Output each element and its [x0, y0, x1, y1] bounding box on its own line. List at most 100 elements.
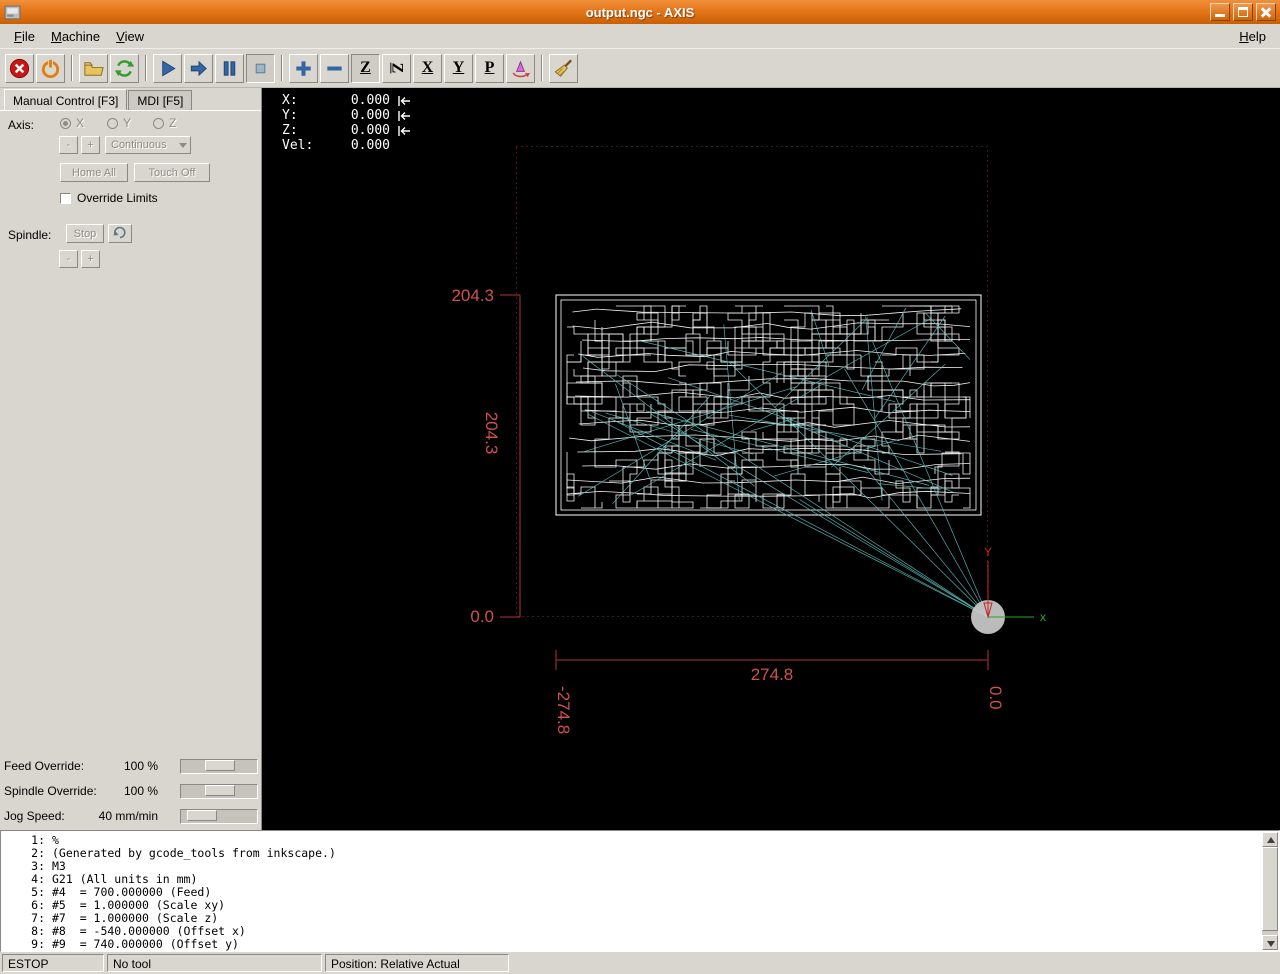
status-position-mode: Position: Relative Actual	[325, 954, 509, 972]
open-file-button[interactable]	[79, 53, 108, 83]
estop-button[interactable]	[5, 53, 34, 83]
stop-button[interactable]	[246, 53, 275, 83]
homed-arrow-icon	[398, 125, 410, 136]
maximize-icon[interactable]	[1233, 3, 1253, 21]
spindle-label: Spindle:	[8, 228, 52, 242]
feed-override-slider[interactable]	[180, 759, 258, 774]
dro-value: 0.000	[350, 138, 390, 153]
dim-y-max: 204.3	[451, 286, 494, 305]
clear-plot-icon	[554, 59, 572, 77]
dro-label: Y:	[282, 108, 298, 123]
zoom-in-icon	[296, 60, 311, 76]
manual-control-panel: Manual Control [F3] MDI [F5] Axis: X Y Z…	[0, 88, 262, 830]
toolbar-separator	[145, 55, 147, 81]
title-bar[interactable]: output.ngc - AXIS	[0, 0, 1280, 24]
spindle-minus-button[interactable]: -	[59, 250, 78, 268]
jog-minus-button[interactable]: -	[59, 136, 78, 154]
step-button[interactable]	[184, 53, 213, 83]
jog-mode-select[interactable]: Continuous	[105, 136, 191, 154]
clear-plot-button[interactable]	[549, 53, 578, 83]
tab-manual-control[interactable]: Manual Control [F3]	[4, 89, 128, 110]
dro-row-x: X: 0.000	[282, 93, 428, 108]
axis-radio-y-label: Y	[123, 116, 132, 130]
dro-value: 0.000	[350, 108, 390, 123]
tab-mdi[interactable]: MDI [F5]	[128, 90, 193, 110]
spindle-override-slider[interactable]	[180, 784, 258, 799]
pause-button[interactable]	[215, 53, 244, 83]
window-icon	[4, 5, 21, 19]
step-icon	[190, 60, 207, 76]
spindle-forward-icon	[113, 226, 126, 238]
view-perspective-button[interactable]: P	[475, 53, 504, 83]
estop-icon	[9, 58, 30, 78]
spindle-stop-button[interactable]: Stop	[66, 224, 104, 243]
axis-radio-y[interactable]: Y	[107, 116, 131, 130]
gcode-line: 3: M3	[31, 859, 66, 873]
axis-radio-z[interactable]: Z	[153, 116, 176, 130]
dro-value: 0.000	[350, 123, 390, 138]
scroll-up-icon[interactable]	[1262, 832, 1278, 847]
dim-x-min: -274.8	[554, 686, 573, 734]
spindle-forward-button[interactable]	[108, 224, 132, 243]
jog-speed-slider[interactable]	[180, 809, 258, 824]
dimension-y: 204.3 0.0 204.3	[451, 286, 521, 626]
reload-file-button[interactable]	[110, 53, 139, 83]
gcode-listing[interactable]: 1:% 2: (Generated by gcode_tools from ink…	[0, 830, 1280, 952]
dro-readout: X: 0.000 Y: 0.000 Z: 0.000 Vel: 0.000	[282, 93, 428, 153]
feed-override-thumb[interactable]	[205, 760, 235, 771]
view-perspective-icon: P	[484, 59, 495, 76]
view-side-icon: X	[421, 59, 434, 76]
dim-y-min: 0.0	[470, 607, 494, 626]
axis-radio-x[interactable]: X	[60, 116, 84, 130]
menu-help[interactable]: Help	[1231, 27, 1274, 46]
jog-speed-label: Jog Speed:	[4, 809, 65, 823]
checkbox-icon	[60, 192, 71, 204]
zoom-in-button[interactable]	[289, 53, 318, 83]
scrollbar-thumb[interactable]	[1262, 847, 1278, 931]
spindle-override-thumb[interactable]	[205, 785, 235, 796]
stop-icon	[255, 63, 266, 73]
zoom-out-button[interactable]	[320, 53, 349, 83]
touch-off-button[interactable]: Touch Off	[134, 163, 210, 182]
override-limits-label: Override Limits	[77, 191, 158, 205]
menu-view[interactable]: View	[108, 27, 152, 46]
toolbar-separator	[71, 55, 73, 81]
scroll-down-icon[interactable]	[1262, 935, 1278, 950]
jog-plus-button[interactable]: +	[81, 136, 100, 154]
view-top-button[interactable]: Z	[351, 53, 380, 83]
preview-canvas[interactable]: 204.3 0.0 204.3 274.8 -274.8 0.0 Y x X: …	[262, 88, 1280, 830]
homed-arrow-icon	[398, 95, 410, 106]
rotate-view-button[interactable]	[506, 53, 535, 83]
home-all-button[interactable]: Home All	[60, 163, 128, 182]
panel-tabs: Manual Control [F3] MDI [F5]	[4, 89, 193, 110]
view-rotated-top-button[interactable]: Z	[382, 53, 411, 83]
origin-marker: Y x	[971, 545, 1046, 634]
view-front-button[interactable]: Y	[444, 53, 473, 83]
jog-speed-thumb[interactable]	[187, 810, 217, 821]
menu-machine[interactable]: Machine	[43, 27, 108, 46]
open-file-icon	[84, 61, 104, 76]
view-side-button[interactable]: X	[413, 53, 442, 83]
spindle-plus-button[interactable]: +	[81, 250, 100, 268]
axis-label: Axis:	[8, 118, 35, 132]
menu-file[interactable]: File	[6, 27, 43, 46]
chevron-down-icon	[179, 143, 187, 148]
view-top-icon: Z	[360, 59, 371, 76]
run-button[interactable]	[153, 53, 182, 83]
close-icon[interactable]	[1256, 3, 1276, 21]
dro-label: Vel:	[282, 138, 314, 153]
dim-x-max: 0.0	[986, 686, 1005, 710]
toolbar-separator	[541, 55, 543, 81]
axis-radio-z-label: Z	[169, 116, 177, 130]
dro-row-y: Y: 0.000	[282, 108, 428, 123]
gcode-scrollbar[interactable]	[1262, 832, 1278, 950]
minimize-icon[interactable]	[1210, 3, 1230, 21]
radio-icon	[107, 117, 118, 129]
x-axis-label: x	[1040, 610, 1046, 624]
override-limits-checkbox[interactable]: Override Limits	[60, 191, 158, 205]
machine-power-button[interactable]	[36, 53, 65, 83]
rotate-view-icon	[512, 60, 531, 77]
toolbar-separator	[281, 55, 283, 81]
reload-icon	[114, 59, 135, 77]
jog-speed-value: 40 mm/min	[98, 809, 158, 823]
